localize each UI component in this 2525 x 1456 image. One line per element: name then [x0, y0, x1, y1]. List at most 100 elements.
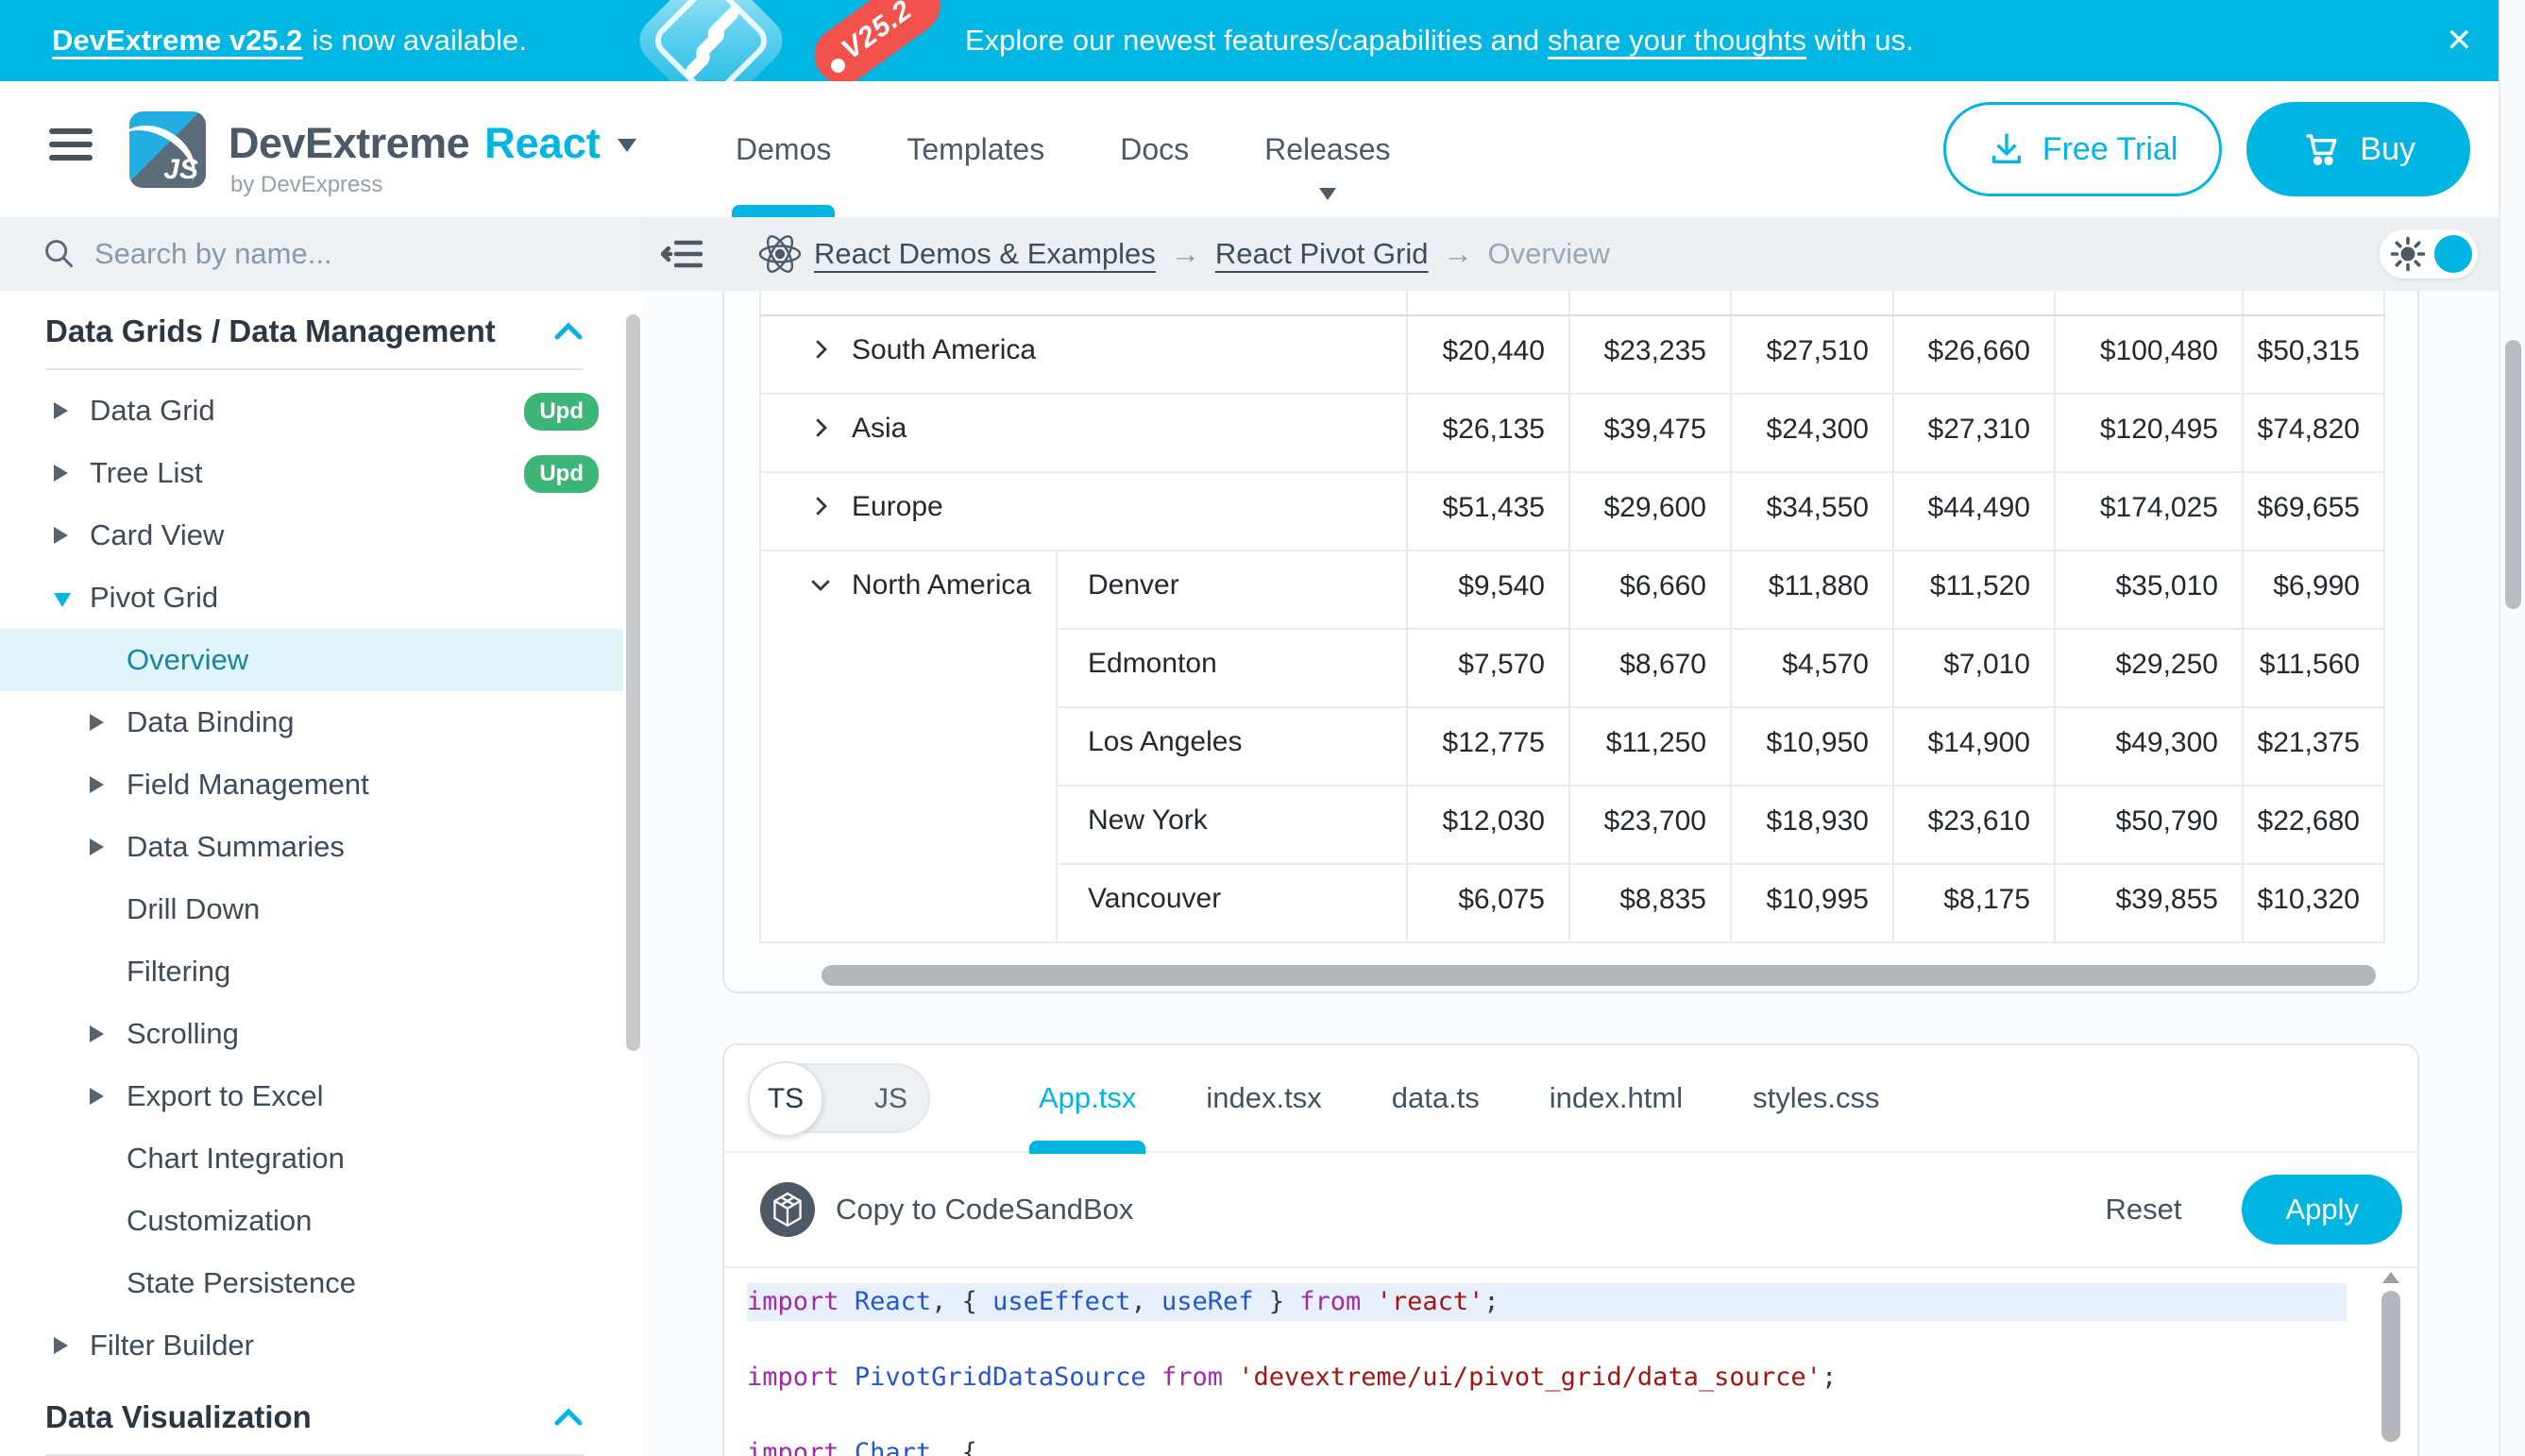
pivot-cell-value: $26,660: [1893, 315, 2055, 394]
copy-to-codesandbox-label[interactable]: Copy to CodeSandBox: [836, 1193, 1133, 1227]
sidebar-scrollbar[interactable]: [626, 314, 640, 1051]
tab-styles-css[interactable]: styles.css: [1753, 1044, 1879, 1152]
pivot-cell-value: $49,300: [2055, 707, 2243, 786]
tab-data-ts[interactable]: data.ts: [1392, 1044, 1480, 1152]
code-editor[interactable]: import React, { useEffect, useRef } from…: [724, 1268, 2417, 1456]
collapse-sidebar-icon[interactable]: [661, 236, 703, 272]
breadcrumb-item-react-pivot-grid[interactable]: React Pivot Grid: [1215, 237, 1429, 271]
pivot-cell-value: $8,175: [1893, 864, 2055, 942]
pivot-cell-value: $7,570: [1407, 629, 1569, 707]
pivot-city-cell-edmonton[interactable]: Edmonton: [1057, 629, 1407, 707]
updated-badge: Upd: [524, 455, 599, 493]
pivot-region-cell-asia[interactable]: Asia: [760, 394, 1407, 472]
code-vertical-scrollbar: [2380, 1272, 2402, 1451]
pivot-cell-value: $10,320: [2243, 864, 2384, 942]
sidebar-item-card-view[interactable]: Card View: [0, 504, 623, 567]
pivot-cell-value: $51,435: [1407, 472, 1569, 550]
codesandbox-icon[interactable]: [760, 1182, 815, 1237]
share-thoughts-link[interactable]: share your thoughts: [1548, 24, 1806, 58]
framework-chevron-down-icon[interactable]: [618, 139, 636, 152]
sidebar-item-filter-builder[interactable]: Filter Builder: [0, 1314, 623, 1377]
breadcrumb: React Demos & Examples→React Pivot Grid→…: [814, 217, 1610, 291]
pivot-cell-value: $21,375: [2243, 707, 2384, 786]
chevron-right-icon: [54, 527, 68, 544]
sidebar-item-data-binding[interactable]: Data Binding: [0, 691, 623, 753]
nav-item-demos[interactable]: Demos: [736, 81, 831, 217]
sidebar-item-field-management[interactable]: Field Management: [0, 753, 623, 816]
sidebar-item-data-grid[interactable]: Data GridUpd: [0, 380, 623, 442]
chevron-right-icon: [54, 465, 68, 482]
tab-index-html[interactable]: index.html: [1550, 1044, 1683, 1152]
close-icon[interactable]: ✕: [2446, 0, 2473, 81]
sidebar-item-drill-down[interactable]: Drill Down: [0, 878, 623, 940]
sidebar-item-state-persistence[interactable]: State Persistence: [0, 1252, 623, 1314]
pivot-city-cell-denver[interactable]: Denver: [1057, 550, 1407, 629]
pivot-cell-value: $7,010: [1893, 629, 2055, 707]
breadcrumb-item-react-demos-examples[interactable]: React Demos & Examples: [814, 237, 1156, 271]
sidebar-item-overview[interactable]: Overview: [0, 629, 623, 691]
free-trial-button[interactable]: Free Trial: [1943, 102, 2223, 196]
pivot-cell-value: $8,835: [1569, 864, 1731, 942]
pivot-city-cell-vancouver[interactable]: Vancouver: [1057, 864, 1407, 942]
pivot-cell-value: $26,135: [1407, 394, 1569, 472]
theme-toggle-knob[interactable]: [2434, 235, 2472, 273]
pivot-cell-value: $24,300: [1731, 394, 1893, 472]
banner-version-link[interactable]: DevExtreme v25.2: [52, 24, 302, 58]
nav-item-releases[interactable]: Releases: [1264, 81, 1390, 217]
devextreme-js-logo[interactable]: JS: [129, 111, 206, 188]
pivot-cell-value: $11,250: [1569, 707, 1731, 786]
pivot-region-cell-south-america[interactable]: South America: [760, 315, 1407, 394]
pivot-region-cell-north-america[interactable]: North America: [760, 550, 1057, 942]
pivot-cell-value: $100,480: [2055, 315, 2243, 394]
language-toggle-js[interactable]: JS: [874, 1065, 907, 1133]
hamburger-menu-icon[interactable]: [49, 128, 93, 170]
chevron-right-icon: [90, 838, 104, 855]
pivot-city-cell-new-york[interactable]: New York: [1057, 786, 1407, 864]
language-toggle-ts[interactable]: TS: [748, 1061, 823, 1137]
pivot-horizontal-scrollbar: [759, 965, 2383, 988]
sidebar-section-data-visualization[interactable]: Data Visualization: [0, 1386, 623, 1448]
sidebar-item-customization[interactable]: Customization: [0, 1190, 623, 1252]
code-line: [747, 1321, 2417, 1359]
sidebar-item-filtering[interactable]: Filtering: [0, 940, 623, 1003]
pivot-cell-value: $27,510: [1731, 315, 1893, 394]
sidebar-item-data-summaries[interactable]: Data Summaries: [0, 816, 623, 878]
sandbox-toolbar: Copy to CodeSandBox Reset Apply: [724, 1153, 2417, 1268]
pivot-grid-demo-card: South America$20,440$23,235$27,510$26,66…: [722, 291, 2419, 993]
breadcrumb-item-overview: Overview: [1488, 237, 1610, 271]
search-icon: [42, 236, 77, 272]
pivot-region-cell-europe[interactable]: Europe: [760, 472, 1407, 550]
tab-app-tsx[interactable]: App.tsx: [1039, 1044, 1136, 1152]
language-toggle[interactable]: TS JS: [749, 1063, 930, 1133]
sidebar-nav-list: Data Grids / Data Management Data GridUpd…: [0, 291, 623, 1456]
brand-byline: by DevExpress: [230, 172, 382, 198]
pivot-cell-value: $9,540: [1407, 550, 1569, 629]
search-input[interactable]: [94, 237, 538, 271]
sidebar-item-pivot-grid[interactable]: Pivot Grid: [0, 567, 623, 629]
sidebar-item-tree-list[interactable]: Tree ListUpd: [0, 442, 623, 504]
page-scrollbar-thumb[interactable]: [2505, 340, 2521, 609]
code-vscroll-thumb[interactable]: [2381, 1291, 2400, 1442]
theme-toggle[interactable]: [2380, 229, 2478, 279]
sidebar-item-export-to-excel[interactable]: Export to Excel: [0, 1065, 623, 1127]
pivot-cell-value: $44,490: [1893, 472, 2055, 550]
scroll-up-arrow-icon[interactable]: [2382, 1272, 2399, 1283]
buy-button[interactable]: Buy: [2246, 102, 2470, 196]
announcement-banner: DevExtreme v25.2 is now available. V25.2…: [0, 0, 2525, 81]
pivot-city-cell-los-angeles[interactable]: Los Angeles: [1057, 707, 1407, 786]
apply-button[interactable]: Apply: [2242, 1175, 2402, 1244]
nav-item-templates[interactable]: Templates: [907, 81, 1044, 217]
code-line-highlighted: import React, { useEffect, useRef } from…: [747, 1283, 2347, 1321]
pivot-cell-value: $29,250: [2055, 629, 2243, 707]
pivot-cell-value: $20,440: [1407, 315, 1569, 394]
sidebar-item-chart-integration[interactable]: Chart Integration: [0, 1127, 623, 1190]
pivot-cell-value: $12,030: [1407, 786, 1569, 864]
pivot-hscroll-thumb[interactable]: [822, 965, 2376, 986]
framework-name[interactable]: React: [484, 119, 601, 168]
sidebar-item-scrolling[interactable]: Scrolling: [0, 1003, 623, 1065]
reset-button[interactable]: Reset: [2105, 1193, 2181, 1227]
sidebar-section-data-grids-data-management[interactable]: Data Grids / Data Management: [0, 300, 623, 363]
nav-item-docs[interactable]: Docs: [1120, 81, 1189, 217]
tab-index-tsx[interactable]: index.tsx: [1206, 1044, 1321, 1152]
chevron-right-icon: [90, 1088, 104, 1105]
